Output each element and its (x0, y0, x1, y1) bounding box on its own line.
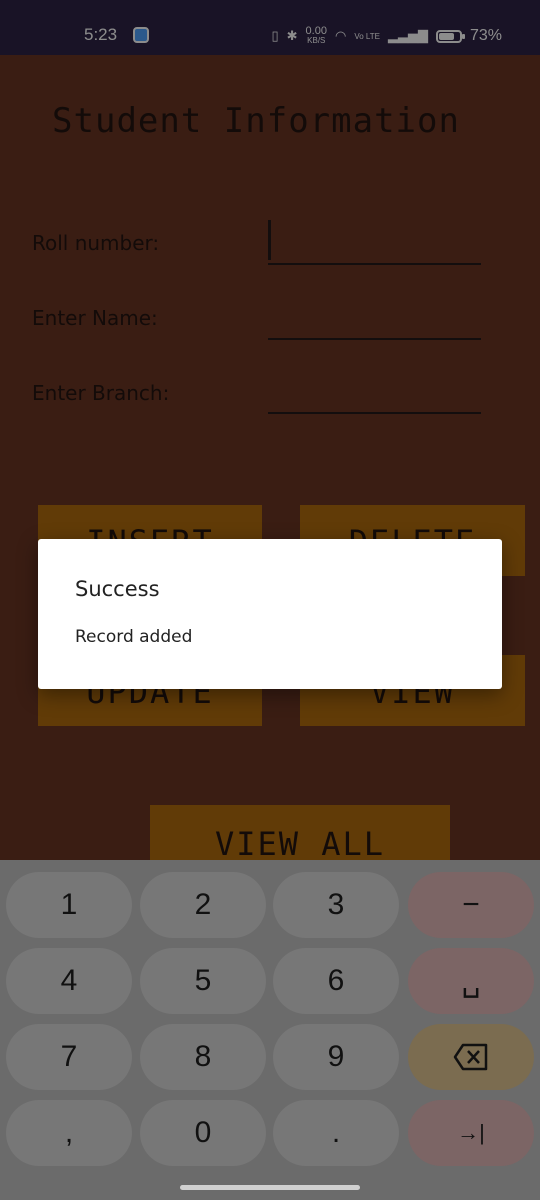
dialog-message: Record added (75, 627, 193, 647)
key-8[interactable]: 8 (140, 1024, 266, 1090)
dialog-title: Success (75, 577, 160, 601)
key-6[interactable]: 6 (273, 948, 399, 1014)
backspace-key[interactable] (408, 1024, 534, 1090)
key-7[interactable]: 7 (6, 1024, 132, 1090)
key-9[interactable]: 9 (273, 1024, 399, 1090)
key-3[interactable]: 3 (273, 872, 399, 938)
backspace-icon (453, 1043, 488, 1071)
key-5[interactable]: 5 (140, 948, 266, 1014)
dot-key[interactable]: . (273, 1100, 399, 1166)
comma-key[interactable]: , (6, 1100, 132, 1166)
space-icon: ␣ (461, 964, 481, 998)
success-dialog: Success Record added (38, 539, 502, 689)
numeric-keyboard: 1 2 3 − 4 5 6 ␣ 7 8 9 , 0 . →| (0, 860, 540, 1200)
enter-key[interactable]: →| (408, 1100, 534, 1166)
minus-key[interactable]: − (408, 872, 534, 938)
key-0[interactable]: 0 (140, 1100, 266, 1166)
key-4[interactable]: 4 (6, 948, 132, 1014)
key-1[interactable]: 1 (6, 872, 132, 938)
tab-enter-icon: →| (457, 1120, 485, 1145)
key-2[interactable]: 2 (140, 872, 266, 938)
space-key[interactable]: ␣ (408, 948, 534, 1014)
home-indicator[interactable] (180, 1185, 360, 1190)
